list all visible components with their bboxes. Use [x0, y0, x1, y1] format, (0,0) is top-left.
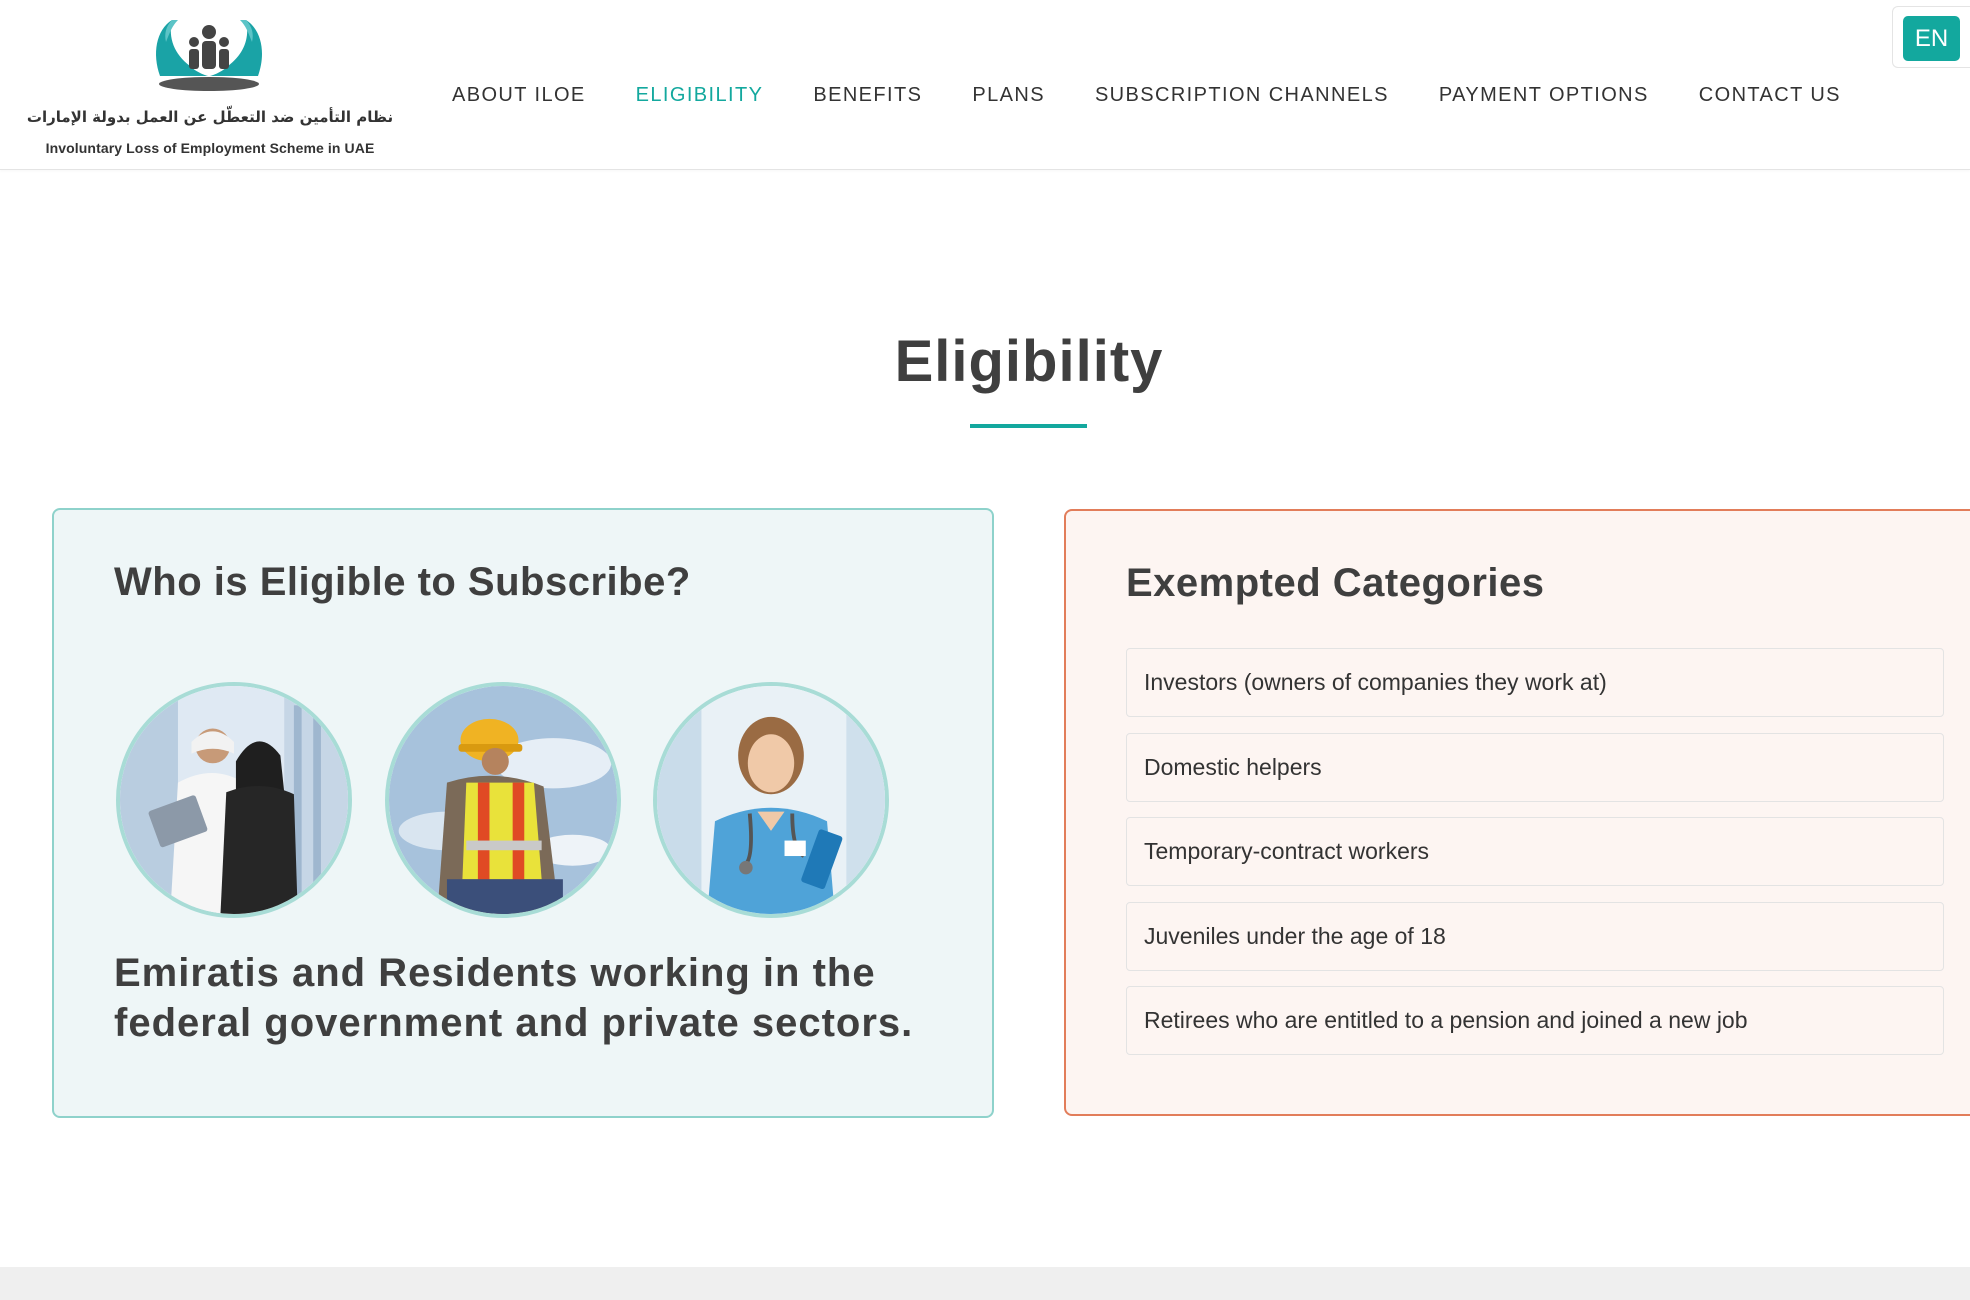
logo-english-text: Involuntary Loss of Employment Scheme in…	[45, 140, 375, 156]
logo-arabic-text: نظام التأمين ضد التعطّل عن العمل بدولة ا…	[26, 108, 394, 126]
nav-benefits[interactable]: BENEFITS	[813, 84, 922, 114]
business-people-photo	[116, 682, 352, 918]
business-people-icon	[120, 686, 348, 914]
language-button[interactable]: EN	[1903, 16, 1960, 61]
nav-subscription-channels[interactable]: SUBSCRIPTION CHANNELS	[1095, 84, 1389, 114]
construction-worker-photo	[385, 682, 621, 918]
exempted-item: Juveniles under the age of 18	[1126, 902, 1944, 971]
nav-plans[interactable]: PLANS	[972, 84, 1045, 114]
exempted-heading: Exempted Categories	[1126, 561, 1545, 605]
nurse-photo	[653, 682, 889, 918]
eligible-card: Who is Eligible to Subscribe? Emiratis a…	[52, 508, 994, 1118]
exempted-item: Temporary-contract workers	[1126, 817, 1944, 886]
nav-payment-options[interactable]: PAYMENT OPTIONS	[1439, 84, 1649, 114]
title-underline	[970, 424, 1087, 428]
nav-about-iloe[interactable]: ABOUT ILOE	[452, 84, 586, 114]
eligible-description: Emiratis and Residents working in the fe…	[114, 951, 914, 1045]
site-header: نظام التأمين ضد التعطّل عن العمل بدولة ا…	[0, 0, 1970, 170]
exempted-card: Exempted Categories Investors (owners of…	[1064, 509, 1970, 1116]
family-hands-logo-icon	[156, 20, 262, 91]
footer-band	[0, 1267, 1970, 1300]
site-logo[interactable]: نظام التأمين ضد التعطّل عن العمل بدولة ا…	[22, 12, 394, 162]
nav-eligibility[interactable]: ELIGIBILITY	[636, 84, 764, 114]
exempted-item: Retirees who are entitled to a pension a…	[1126, 986, 1944, 1055]
nav-contact-us[interactable]: CONTACT US	[1699, 84, 1841, 114]
page-title: Eligibility	[894, 329, 1164, 394]
exempted-item: Domestic helpers	[1126, 733, 1944, 802]
construction-worker-icon	[389, 686, 617, 914]
main-navigation: ABOUT ILOE ELIGIBILITY BENEFITS PLANS SU…	[452, 84, 1891, 114]
exempted-item: Investors (owners of companies they work…	[1126, 648, 1944, 717]
nurse-icon	[657, 686, 885, 914]
language-switcher: EN	[1892, 6, 1970, 68]
eligible-heading: Who is Eligible to Subscribe?	[114, 560, 691, 604]
